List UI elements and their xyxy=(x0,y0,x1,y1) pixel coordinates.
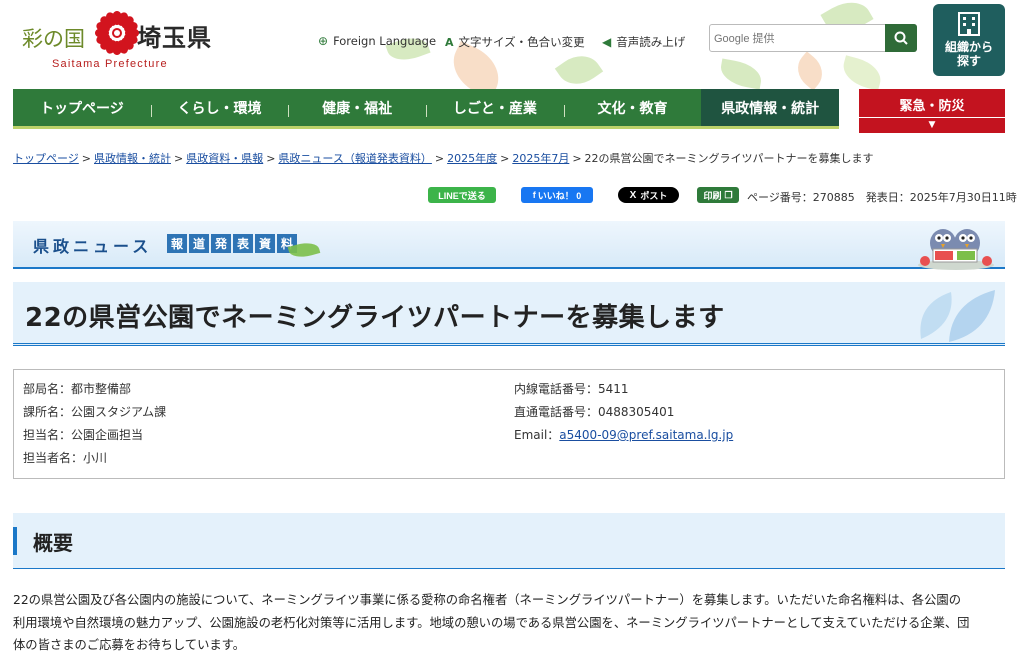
global-nav: トップページ くらし・環境 健康・福祉 しごと・産業 文化・教育 県政情報・統計 xyxy=(13,89,840,129)
email-link[interactable]: a5400-09@pref.saitama.lg.jp xyxy=(559,428,733,442)
person: 担当者名：小川 xyxy=(23,451,108,465)
breadcrumb-link[interactable]: 2025年度 xyxy=(447,152,497,165)
nav-item-top[interactable]: トップページ xyxy=(13,89,151,126)
search-button[interactable] xyxy=(885,24,917,52)
nav-item-government[interactable]: 県政情報・統計 xyxy=(701,89,840,126)
breadcrumb-link[interactable]: トップページ xyxy=(13,152,79,165)
text-size-icon: A xyxy=(445,35,454,49)
outline-heading: 概要 xyxy=(33,531,73,555)
print-button[interactable]: 印刷 ❐ xyxy=(697,187,739,203)
email-row: Email：a5400-09@pref.saitama.lg.jp xyxy=(514,428,734,442)
unit: 担当名：公園企画担当 xyxy=(23,428,144,442)
leaves-decoration-icon xyxy=(920,290,995,342)
breadcrumb-link[interactable]: 県政資料・県報 xyxy=(186,152,263,165)
x-logo-icon: X xyxy=(629,189,637,201)
breadcrumb-link[interactable]: 県政情報・統計 xyxy=(94,152,171,165)
line-share-button[interactable]: LINEで送る xyxy=(428,187,496,203)
chevron-down-icon: ▼ xyxy=(859,117,1005,133)
banner-title: 県政ニュース xyxy=(33,237,153,256)
section: 課所名：公園スタジアム課 xyxy=(23,405,167,419)
leaf-decoration xyxy=(790,51,830,91)
site-header: 彩の国 埼玉県 Saitama Prefecture ⊕ Foreign Lang… xyxy=(0,0,1020,100)
saitama-emblem-icon xyxy=(94,10,140,56)
breadcrumb: トップページ > 県政情報・統計 > 県政資料・県報 > 県政ニュース（報道発表資料） >20… xyxy=(13,152,874,165)
page-title: 22の県営公園でネーミングライツパートナーを募集します xyxy=(25,303,725,333)
emergency-button[interactable]: 緊急・防災 ▼ xyxy=(859,89,1005,133)
globe-icon: ⊕ xyxy=(318,34,329,48)
nav-item-health[interactable]: 健康・福祉 xyxy=(288,89,426,126)
leaf-decoration xyxy=(554,46,604,94)
outline-heading-box: 概要 xyxy=(13,513,1005,569)
logo-english: Saitama Prefecture xyxy=(52,58,168,70)
leaf-decoration xyxy=(839,55,885,91)
leaf-decoration xyxy=(718,58,764,90)
speaker-icon: ◀ xyxy=(602,35,612,49)
nav-item-living[interactable]: くらし・環境 xyxy=(150,89,289,126)
facebook-like-button[interactable]: f いいね！ 0 xyxy=(521,187,593,203)
outline-text: 22の県営公園及び各公園内の施設について、ネーミングライツ事業に係る愛称の命名権… xyxy=(13,593,970,652)
contact-info: 部局名：都市整備部 課所名：公園スタジアム課 担当名：公園企画担当 担当者名：小… xyxy=(13,369,1005,479)
site-search xyxy=(709,24,917,52)
direct-number: 直通電話番号：0488305401 xyxy=(514,405,675,419)
extension-number: 内線電話番号：5411 xyxy=(514,382,629,396)
nav-item-culture[interactable]: 文化・教育 xyxy=(563,89,702,126)
department: 部局名：都市整備部 xyxy=(23,382,132,396)
breadcrumb-current: 22の県営公園でネーミングライツパートナーを募集します xyxy=(584,152,874,165)
page-title-box: 22の県営公園でネーミングライツパートナーを募集します xyxy=(13,282,1005,346)
page-info: ページ番号：270885 発表日：2025年7月30日11時 xyxy=(747,191,1017,204)
banner-tag: 報道発表資料 xyxy=(167,234,297,253)
mascot-birds-icon xyxy=(918,229,994,270)
foreign-language-link[interactable]: ⊕ Foreign Language xyxy=(318,34,436,48)
breadcrumb-link[interactable]: 県政ニュース（報道発表資料） xyxy=(278,152,431,165)
nav-item-work[interactable]: しごと・産業 xyxy=(426,89,564,126)
thumbs-up-icon: f xyxy=(532,190,536,200)
breadcrumb-link[interactable]: 2025年7月 xyxy=(512,152,569,165)
text-size-color-link[interactable]: A 文字サイズ・色合い変更 xyxy=(445,34,585,50)
search-input[interactable] xyxy=(714,29,886,48)
site-logo[interactable]: 彩の国 埼玉県 Saitama Prefecture xyxy=(22,10,232,74)
print-window-icon: ❐ xyxy=(724,189,733,200)
read-aloud-link[interactable]: ◀ 音声読み上げ xyxy=(602,34,685,50)
news-banner: 県政ニュース 報道発表資料 xyxy=(13,221,1005,270)
search-icon xyxy=(894,31,908,45)
x-post-button[interactable]: X ポスト xyxy=(618,187,679,203)
building-icon xyxy=(958,12,980,36)
org-search-button[interactable]: 組織から探す xyxy=(933,4,1005,76)
